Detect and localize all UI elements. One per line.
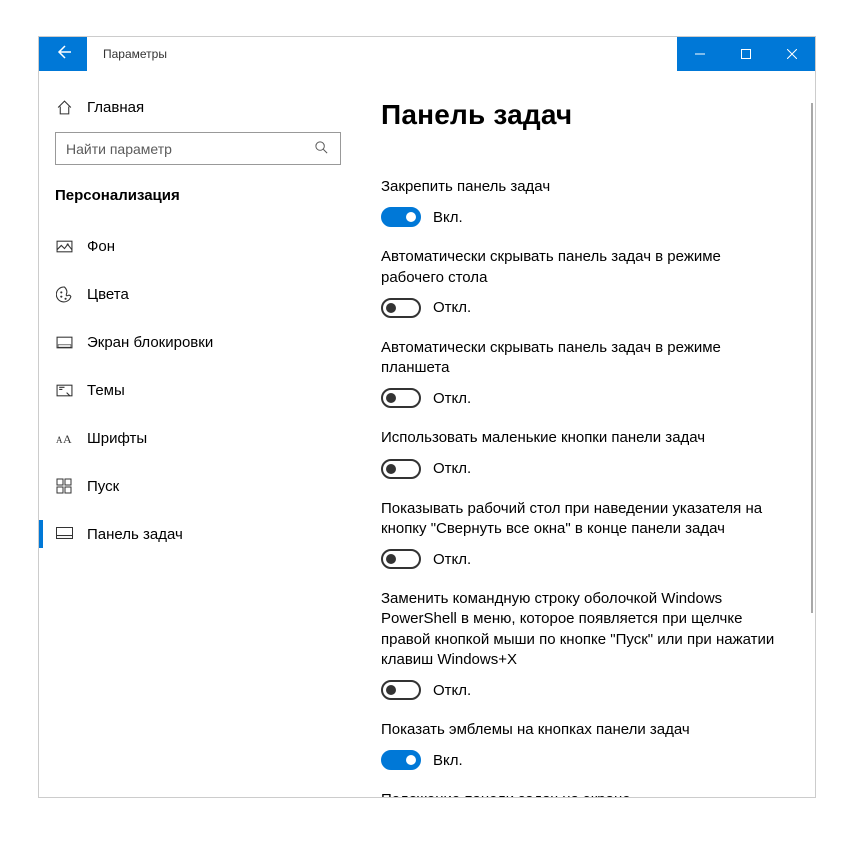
- setting-label: Показывать рабочий стол при наведении ук…: [381, 499, 781, 540]
- sidebar-item-label: Цвета: [87, 286, 129, 303]
- sidebar-item-start[interactable]: Пуск: [39, 462, 357, 510]
- close-button[interactable]: [769, 37, 815, 71]
- content-pane[interactable]: Панель задач Закрепить панель задач Вкл. А…: [357, 71, 815, 797]
- themes-icon: [55, 381, 73, 399]
- toggle-state-label: Откл.: [433, 390, 471, 407]
- sidebar-item-background[interactable]: Фон: [39, 222, 357, 270]
- toggle-knob: [386, 393, 396, 403]
- sidebar-item-label: Панель задач: [87, 526, 183, 543]
- setting-item: Заменить командную строку оболочкой Wind…: [381, 589, 781, 700]
- toggle-knob: [386, 464, 396, 474]
- toggle-state-label: Откл.: [433, 460, 471, 477]
- toggle-switch[interactable]: [381, 388, 421, 408]
- toggle-row: Откл.: [381, 298, 781, 318]
- setting-label: Использовать маленькие кнопки панели зад…: [381, 428, 781, 448]
- scrollbar[interactable]: [811, 103, 813, 613]
- search-icon: [314, 140, 330, 156]
- sidebar-item-label: Пуск: [87, 478, 119, 495]
- toggle-state-label: Вкл.: [433, 209, 463, 226]
- toggle-state-label: Откл.: [433, 551, 471, 568]
- toggle-knob: [406, 212, 416, 222]
- sidebar-item-label: Шрифты: [87, 430, 147, 447]
- toggle-switch[interactable]: [381, 750, 421, 770]
- toggle-knob: [406, 755, 416, 765]
- toggle-state-label: Откл.: [433, 299, 471, 316]
- toggle-row: Вкл.: [381, 750, 781, 770]
- minimize-button[interactable]: [677, 37, 723, 71]
- window-controls: [677, 37, 815, 71]
- toggle-knob: [386, 685, 396, 695]
- sidebar-item-taskbar[interactable]: Панель задач: [39, 510, 357, 558]
- maximize-icon: [741, 49, 751, 59]
- sidebar-item-label: Фон: [87, 238, 115, 255]
- setting-label: Закрепить панель задач: [381, 177, 781, 197]
- setting-label: Автоматически скрывать панель задач в ре…: [381, 338, 781, 379]
- settings-window: Параметры Главная: [38, 36, 816, 798]
- svg-text:A: A: [63, 432, 72, 446]
- toggle-row: Откл.: [381, 459, 781, 479]
- minimize-icon: [695, 49, 705, 59]
- toggle-switch[interactable]: [381, 549, 421, 569]
- lockscreen-icon: [55, 333, 73, 351]
- toggle-switch[interactable]: [381, 459, 421, 479]
- arrow-left-icon: [55, 44, 71, 65]
- toggle-knob: [386, 303, 396, 313]
- setting-item: Автоматически скрывать панель задач в ре…: [381, 247, 781, 318]
- toggle-switch[interactable]: [381, 680, 421, 700]
- sidebar-item-label: Экран блокировки: [87, 334, 213, 351]
- titlebar: Параметры: [39, 37, 815, 71]
- toggle-row: Вкл.: [381, 207, 781, 227]
- palette-icon: [55, 285, 73, 303]
- toggle-state-label: Откл.: [433, 682, 471, 699]
- image-icon: [55, 237, 73, 255]
- toggle-row: Откл.: [381, 388, 781, 408]
- setting-item: Использовать маленькие кнопки панели зад…: [381, 428, 781, 478]
- svg-text:A: A: [56, 435, 63, 445]
- body: Главная Персонализация Фон Цвета: [39, 71, 815, 797]
- start-icon: [55, 477, 73, 495]
- search-wrap: [39, 128, 357, 183]
- setting-label: Автоматически скрывать панель задач в ре…: [381, 247, 781, 288]
- sidebar-item-lockscreen[interactable]: Экран блокировки: [39, 318, 357, 366]
- setting-item: Закрепить панель задач Вкл.: [381, 177, 781, 227]
- setting-item: Показывать рабочий стол при наведении ук…: [381, 499, 781, 570]
- toggle-row: Откл.: [381, 549, 781, 569]
- setting-label: Показать эмблемы на кнопках панели задач: [381, 720, 781, 740]
- toggle-state-label: Вкл.: [433, 752, 463, 769]
- home-icon: [55, 98, 73, 116]
- fonts-icon: AA: [55, 429, 73, 447]
- close-icon: [787, 49, 797, 59]
- setting-label: Положение панели задач на экране: [381, 790, 781, 797]
- setting-extra: Положение панели задач на экране: [381, 790, 781, 797]
- page-title: Панель задач: [381, 99, 811, 131]
- home-button[interactable]: Главная: [39, 86, 357, 128]
- search-input[interactable]: [66, 141, 306, 157]
- category-header: Персонализация: [39, 183, 357, 222]
- setting-item: Автоматически скрывать панель задач в ре…: [381, 338, 781, 409]
- sidebar-item-label: Темы: [87, 382, 125, 399]
- home-label: Главная: [87, 99, 144, 116]
- setting-label: Заменить командную строку оболочкой Wind…: [381, 589, 781, 670]
- back-button[interactable]: [39, 37, 87, 71]
- window-title: Параметры: [87, 47, 167, 61]
- taskbar-icon: [55, 525, 73, 543]
- sidebar-item-themes[interactable]: Темы: [39, 366, 357, 414]
- sidebar-item-colors[interactable]: Цвета: [39, 270, 357, 318]
- maximize-button[interactable]: [723, 37, 769, 71]
- sidebar-item-fonts[interactable]: AA Шрифты: [39, 414, 357, 462]
- toggle-switch[interactable]: [381, 298, 421, 318]
- toggle-knob: [386, 554, 396, 564]
- toggle-row: Откл.: [381, 680, 781, 700]
- toggle-switch[interactable]: [381, 207, 421, 227]
- setting-item: Показать эмблемы на кнопках панели задач…: [381, 720, 781, 770]
- search-box[interactable]: [55, 132, 341, 165]
- sidebar: Главная Персонализация Фон Цвета: [39, 71, 357, 797]
